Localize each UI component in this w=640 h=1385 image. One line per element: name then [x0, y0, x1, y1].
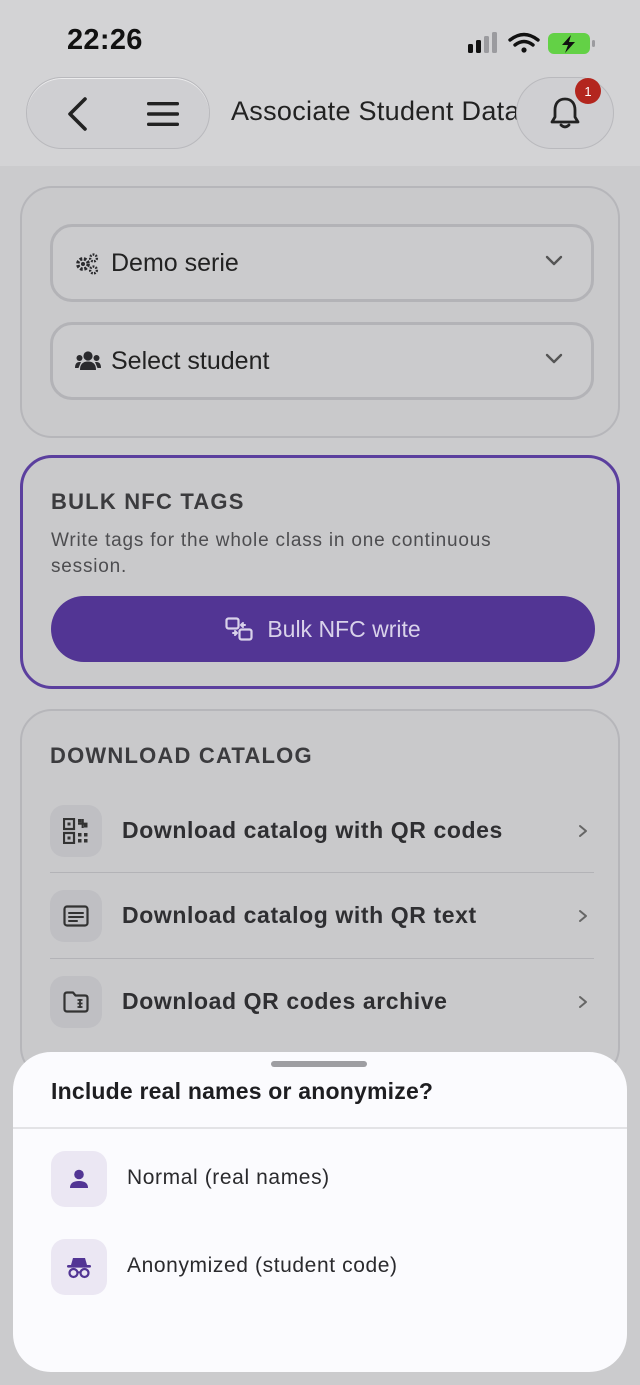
text-document-icon — [50, 890, 102, 942]
option-anonymized-student-code[interactable]: Anonymized (student code) — [51, 1239, 591, 1299]
series-select[interactable]: Demo serie — [50, 224, 594, 302]
bulk-nfc-write-button[interactable]: Bulk NFC write — [51, 596, 595, 662]
chevron-right-icon — [579, 910, 587, 922]
nfc-transfer-icon — [225, 617, 253, 641]
download-catalog-title: DOWNLOAD CATALOG — [50, 743, 313, 768]
menu-button[interactable] — [117, 78, 209, 150]
option-normal-label: Normal (real names) — [127, 1166, 330, 1189]
qr-code-icon — [50, 805, 102, 857]
hamburger-menu-icon — [147, 102, 179, 126]
users-icon — [75, 351, 101, 370]
incognito-icon — [51, 1239, 107, 1295]
selector-card: Demo serie Select student — [20, 186, 620, 438]
download-qr-archive-row[interactable]: Download QR codes archive — [50, 959, 594, 1045]
download-catalog-card: DOWNLOAD CATALOG Download catalog with Q… — [20, 709, 620, 1079]
notification-badge: 1 — [575, 78, 601, 104]
series-select-value: Demo serie — [111, 248, 239, 277]
bulk-nfc-description: Write tags for the whole class in one co… — [51, 530, 492, 577]
status-time: 22:26 — [67, 24, 143, 56]
battery-charging-icon — [548, 33, 595, 54]
bell-icon — [550, 97, 580, 129]
option-anonymized-label: Anonymized (student code) — [127, 1254, 398, 1277]
archive-folder-icon — [50, 976, 102, 1028]
anonymize-bottom-sheet: Include real names or anonymize? Normal … — [13, 1052, 627, 1372]
back-button[interactable] — [31, 78, 123, 150]
student-select-value: Select student — [111, 346, 270, 375]
status-icons — [468, 32, 595, 54]
sheet-divider — [13, 1127, 627, 1129]
chevron-down-icon — [545, 255, 563, 266]
download-catalog-qr-codes-label: Download catalog with QR codes — [122, 817, 503, 843]
sheet-title: Include real names or anonymize? — [51, 1078, 434, 1104]
bulk-nfc-card: BULK NFC TAGS Write tags for the whole c… — [20, 455, 620, 689]
bulk-nfc-write-label: Bulk NFC write — [267, 615, 421, 642]
nav-pill — [26, 77, 210, 149]
gears-icon — [76, 253, 99, 275]
download-catalog-qr-text-row[interactable]: Download catalog with QR text — [50, 873, 594, 959]
sheet-grabber[interactable] — [271, 1061, 367, 1067]
chevron-right-icon — [579, 825, 587, 837]
bulk-nfc-title: BULK NFC TAGS — [51, 489, 245, 514]
chevron-down-icon — [545, 353, 563, 364]
chevron-right-icon — [579, 996, 587, 1008]
download-catalog-qr-codes-row[interactable]: Download catalog with QR codes — [50, 788, 594, 874]
page-title: Associate Student Data — [231, 96, 520, 126]
download-qr-archive-label: Download QR codes archive — [122, 988, 448, 1014]
download-catalog-qr-text-label: Download catalog with QR text — [122, 902, 477, 928]
chevron-left-icon — [68, 97, 87, 131]
cellular-signal-icon — [468, 32, 497, 53]
option-normal-real-names[interactable]: Normal (real names) — [51, 1151, 591, 1211]
wifi-icon — [508, 32, 540, 53]
student-select[interactable]: Select student — [50, 322, 594, 400]
person-icon — [51, 1151, 107, 1207]
top-bar: 22:26 Associate Student Data 1 — [0, 0, 640, 166]
